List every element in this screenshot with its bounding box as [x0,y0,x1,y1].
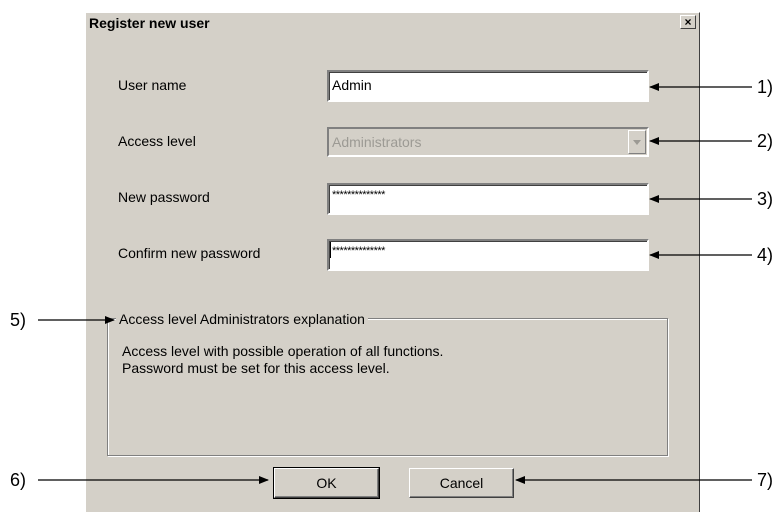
callout-6: 6) [10,470,27,490]
callout-7: 7) [757,470,774,490]
callout-3: 3) [757,189,774,209]
callout-5: 5) [10,310,27,330]
callout-1: 1) [757,77,774,97]
callout-arrows [38,83,752,484]
callout-2: 2) [757,131,774,151]
callout-4: 4) [757,245,774,265]
